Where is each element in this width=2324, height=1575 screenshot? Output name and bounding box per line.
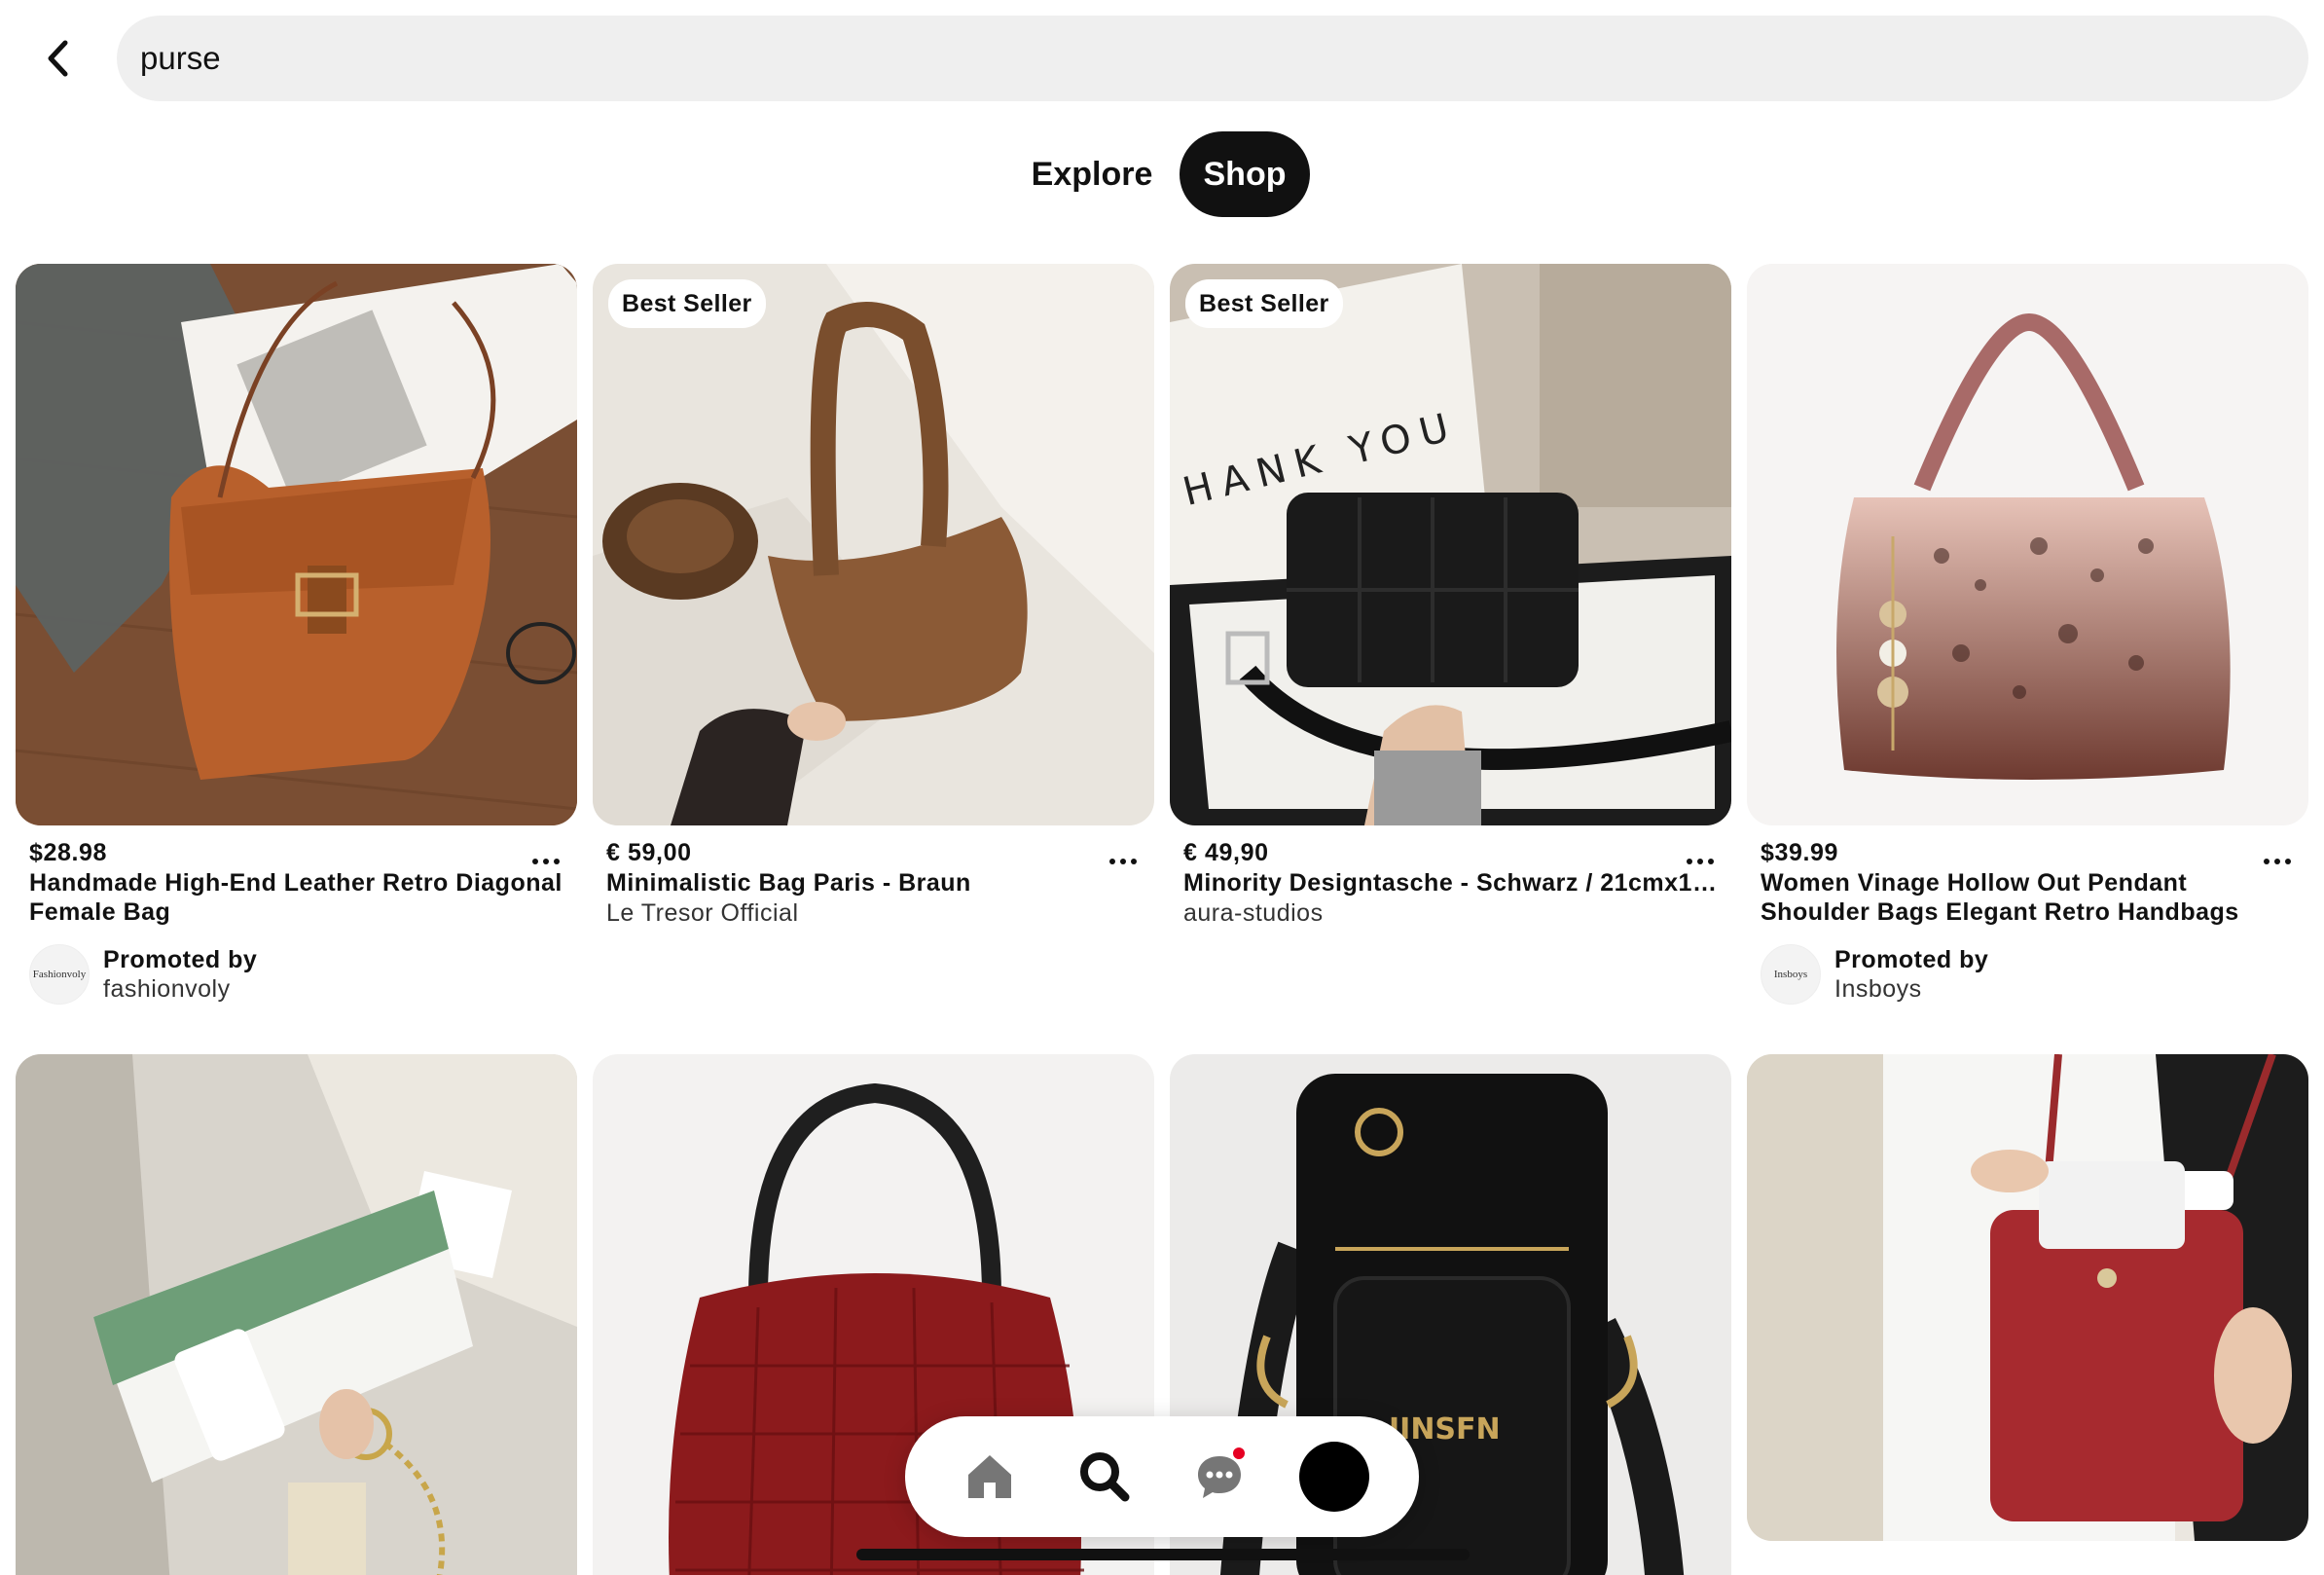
advertiser-name[interactable]: Insboys <box>1834 974 1988 1004</box>
advertiser-avatar[interactable]: Fashionvoly <box>29 944 90 1005</box>
pin-title: Minority Designtasche - Schwarz / 21cmx1… <box>1183 869 1718 897</box>
home-icon <box>968 1455 1011 1498</box>
pin-image[interactable] <box>16 264 577 825</box>
search-tabs: Explore Shop <box>1012 131 1310 217</box>
promoted-label: Promoted by <box>103 946 258 973</box>
more-options-icon[interactable] <box>1102 847 1144 876</box>
pin-card[interactable]: Best Seller € 59,00 Minimalistic Bag Par… <box>593 264 1154 929</box>
nav-profile[interactable] <box>1295 1438 1373 1516</box>
pin-image[interactable]: Best Seller <box>593 264 1154 825</box>
promoted-by[interactable]: Insboys Promoted by Insboys <box>1761 944 2295 1005</box>
pin-meta: $28.98 Handmade High-End Leather Retro D… <box>16 837 577 1005</box>
notification-dot <box>1231 1446 1247 1461</box>
pin-price: $39.99 <box>1761 839 1839 866</box>
pin-image[interactable] <box>1747 264 2308 825</box>
best-seller-badge: Best Seller <box>1185 279 1343 328</box>
promoted-by[interactable]: Fashionvoly Promoted by fashionvoly <box>29 944 563 1005</box>
pin-seller[interactable]: Le Tresor Official <box>606 897 1141 929</box>
more-options-icon[interactable] <box>1679 847 1722 876</box>
pin-title: Women Vinage Hollow Out Pendant Shoulder… <box>1761 869 2239 926</box>
bottom-nav <box>905 1416 1419 1537</box>
pin-title: Minimalistic Bag Paris - Braun <box>606 869 971 897</box>
best-seller-badge: Best Seller <box>608 279 766 328</box>
tab-shop[interactable]: Shop <box>1180 131 1310 217</box>
nav-home[interactable] <box>951 1438 1029 1516</box>
pin-image[interactable] <box>1747 1054 2308 1541</box>
more-options-icon[interactable] <box>2256 847 2299 876</box>
back-button[interactable] <box>29 29 88 88</box>
pin-image[interactable]: HANK YOU Best Seller <box>1170 264 1731 825</box>
pin-seller[interactable]: aura-studios <box>1183 897 1718 929</box>
tab-explore[interactable]: Explore <box>1012 131 1172 217</box>
pin-price: € 49,90 <box>1183 839 1269 866</box>
more-options-icon[interactable] <box>525 847 567 876</box>
search-icon <box>1080 1452 1130 1502</box>
chevron-left-icon <box>48 40 68 77</box>
pin-price: € 59,00 <box>606 839 692 866</box>
pin-meta: € 49,90 Minority Designtasche - Schwarz … <box>1170 837 1731 929</box>
advertiser-name[interactable]: fashionvoly <box>103 974 257 1004</box>
pin-card[interactable]: $28.98 Handmade High-End Leather Retro D… <box>16 264 577 1005</box>
promoted-label: Promoted by <box>1834 946 1989 973</box>
pin-card[interactable]: HANK YOU Best Seller € 49,90 Minority De… <box>1170 264 1731 929</box>
profile-avatar[interactable] <box>1299 1442 1369 1512</box>
pin-price: $28.98 <box>29 839 108 866</box>
search-bar[interactable] <box>117 16 2308 101</box>
pin-image[interactable] <box>16 1054 577 1575</box>
search-input[interactable] <box>140 40 2308 77</box>
pin-title: Handmade High-End Leather Retro Diagonal… <box>29 869 563 926</box>
pin-card[interactable] <box>16 1054 577 1575</box>
nav-messages[interactable] <box>1180 1438 1258 1516</box>
nav-search[interactable] <box>1066 1438 1144 1516</box>
pin-meta: $39.99 Women Vinage Hollow Out Pendant S… <box>1747 837 2308 1005</box>
home-indicator <box>856 1549 1470 1560</box>
pin-card[interactable]: $39.99 Women Vinage Hollow Out Pendant S… <box>1747 264 2308 1005</box>
advertiser-avatar[interactable]: Insboys <box>1761 944 1821 1005</box>
pin-card[interactable] <box>1747 1054 2308 1541</box>
pin-meta: € 59,00 Minimalistic Bag Paris - Braun L… <box>593 837 1154 929</box>
